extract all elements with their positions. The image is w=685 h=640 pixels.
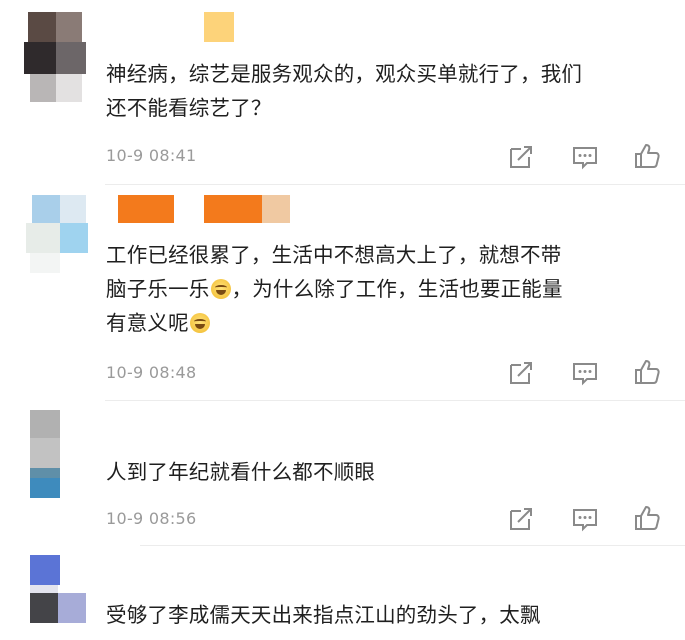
like-icon — [635, 360, 660, 384]
comment-timestamp: 10-9 08:41 — [106, 146, 197, 165]
comment-item: 受够了李成儒天天出来指点江山的劲头了，太飘 — [0, 545, 685, 640]
comment-item: 神经病，综艺是服务观众的，观众买单就行了，我们 还不能看综艺了？ 10-9 08… — [0, 0, 685, 185]
like-icon — [635, 506, 660, 530]
laugh-cry-emoji-icon — [210, 279, 231, 299]
share-icon — [510, 146, 532, 168]
comment-item: 人到了年纪就看什么都不顺眼 10-9 08:56 — [0, 400, 685, 546]
like-button[interactable] — [632, 141, 662, 171]
comment-text: 工作已经很累了，生活中不想高大上了，就想不带 脑子乐一乐 ，为什么除了工作，生活也… — [106, 238, 666, 340]
comment-line: 人到了年纪就看什么都不顺眼 — [106, 460, 376, 484]
comment-icon — [573, 509, 597, 532]
comment-line: 受够了李成儒天天出来指点江山的劲头了，太飘 — [106, 603, 541, 627]
username-redacted[interactable] — [204, 12, 234, 42]
share-icon — [510, 362, 532, 384]
username-redacted[interactable] — [262, 195, 290, 223]
laugh-cry-emoji-icon — [189, 313, 210, 333]
avatar[interactable] — [30, 555, 90, 640]
comment-line: 神经病，综艺是服务观众的，观众买单就行了，我们 — [106, 62, 583, 86]
comment-button[interactable] — [570, 142, 600, 172]
comment-line: 有意义呢 — [106, 306, 666, 340]
share-button[interactable] — [506, 358, 536, 388]
comment-icon — [573, 363, 597, 386]
comment-text: 受够了李成儒天天出来指点江山的劲头了，太飘 — [106, 598, 666, 632]
comment-button[interactable] — [570, 358, 600, 388]
like-button[interactable] — [632, 503, 662, 533]
comment-text: 神经病，综艺是服务观众的，观众买单就行了，我们 还不能看综艺了？ — [106, 57, 666, 125]
comment-button[interactable] — [570, 504, 600, 534]
username-redacted[interactable] — [204, 195, 262, 223]
share-icon — [510, 508, 532, 530]
comment-timestamp: 10-9 08:48 — [106, 363, 197, 382]
comment-text: 人到了年纪就看什么都不顺眼 — [106, 455, 666, 489]
username-redacted[interactable] — [118, 195, 174, 223]
comment-line: 脑子乐一乐 ，为什么除了工作，生活也要正能量 — [106, 277, 563, 301]
share-button[interactable] — [506, 142, 536, 172]
like-icon — [635, 144, 660, 168]
avatar[interactable] — [30, 410, 60, 498]
avatar[interactable] — [22, 195, 90, 273]
comment-item: 工作已经很累了，生活中不想高大上了，就想不带 脑子乐一乐 ，为什么除了工作，生活也… — [0, 185, 685, 401]
avatar[interactable] — [24, 12, 86, 102]
comment-line: 工作已经很累了，生活中不想高大上了，就想不带 — [106, 243, 562, 267]
comment-line: 还不能看综艺了？ — [106, 96, 272, 120]
like-button[interactable] — [632, 357, 662, 387]
comment-timestamp: 10-9 08:56 — [106, 509, 197, 528]
share-button[interactable] — [506, 504, 536, 534]
comment-icon — [573, 147, 597, 170]
